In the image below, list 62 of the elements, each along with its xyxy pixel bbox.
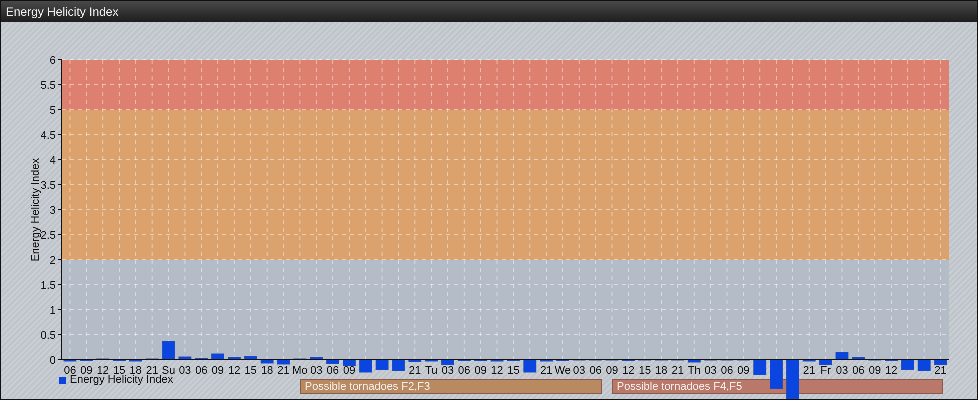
tick-label: 21	[803, 365, 816, 377]
tick-label: 18	[130, 365, 142, 377]
tick-label: 06	[458, 365, 471, 377]
tick-label: 0	[50, 355, 56, 367]
tick-label: 21	[409, 365, 422, 377]
tick-label: 18	[655, 365, 668, 377]
tick-label: 2	[50, 255, 56, 267]
tick-label: 06	[326, 365, 340, 377]
tick-label: 03	[442, 365, 454, 377]
tick-label: 4	[50, 155, 56, 167]
tick-label: 21	[672, 365, 684, 377]
tick-label: 09	[343, 365, 356, 377]
tick-label: 15	[508, 365, 520, 377]
tick-label: 3	[50, 205, 56, 217]
tick-label: We	[554, 365, 572, 377]
tick-label: 5	[50, 105, 56, 117]
tick-label: Mo	[292, 365, 308, 377]
tick-label: 1.5	[40, 280, 56, 292]
tick-label: 06	[852, 365, 865, 377]
tick-label: Th	[688, 365, 701, 377]
tick-label: 03	[310, 365, 323, 377]
tick-label: 09	[606, 365, 618, 377]
window-title: Energy Helicity Index	[1, 1, 977, 22]
tick-label: Tu	[425, 365, 438, 377]
tick-label: 12	[96, 365, 110, 377]
tick-label: 03	[704, 365, 717, 377]
tick-label: 09	[80, 365, 93, 377]
tick-label: 09	[212, 365, 224, 377]
tick-label: 18	[261, 365, 274, 377]
tick-label: 09	[868, 365, 882, 377]
axis-title: Energy Helicity Index	[30, 158, 42, 262]
tick-label: 21	[934, 365, 947, 377]
tick-label: 12	[228, 365, 241, 377]
tick-label: 5.5	[40, 80, 56, 92]
tick-label: 06	[721, 365, 734, 377]
tick-label: 12	[622, 365, 635, 377]
warning-banner: Possible tornadoes F4,F5	[612, 379, 943, 394]
tick-label: 21	[540, 365, 553, 377]
tick-label: 06	[590, 365, 602, 377]
legend-label: Energy Helicity Index	[70, 374, 174, 386]
tick-label: 06	[196, 365, 208, 377]
tick-label: 21	[278, 365, 290, 377]
tick-label: 15	[244, 365, 258, 377]
warning-banner: Possible tornadoes F2,F3	[300, 379, 602, 394]
tick-label: Su	[162, 365, 176, 377]
tick-label: 12	[885, 365, 898, 377]
tick-label: 2.5	[40, 230, 56, 242]
tick-label: 09	[738, 365, 750, 377]
tick-label: 15	[639, 365, 652, 377]
tick-label: 12	[491, 365, 504, 377]
tick-label: 03	[573, 365, 586, 377]
tick-label: 3.5	[40, 180, 56, 192]
tick-label: 21	[146, 365, 158, 377]
tick-label: 03	[836, 365, 848, 377]
tick-label: 09	[474, 365, 487, 377]
tick-label: 6	[50, 55, 56, 67]
tick-label: 06	[64, 365, 76, 377]
tick-label: 1	[50, 305, 56, 317]
tick-label: 03	[179, 365, 192, 377]
tick-label: 4.5	[40, 130, 56, 142]
tick-label: Fr	[820, 365, 831, 377]
tick-label: 0.5	[40, 330, 56, 342]
